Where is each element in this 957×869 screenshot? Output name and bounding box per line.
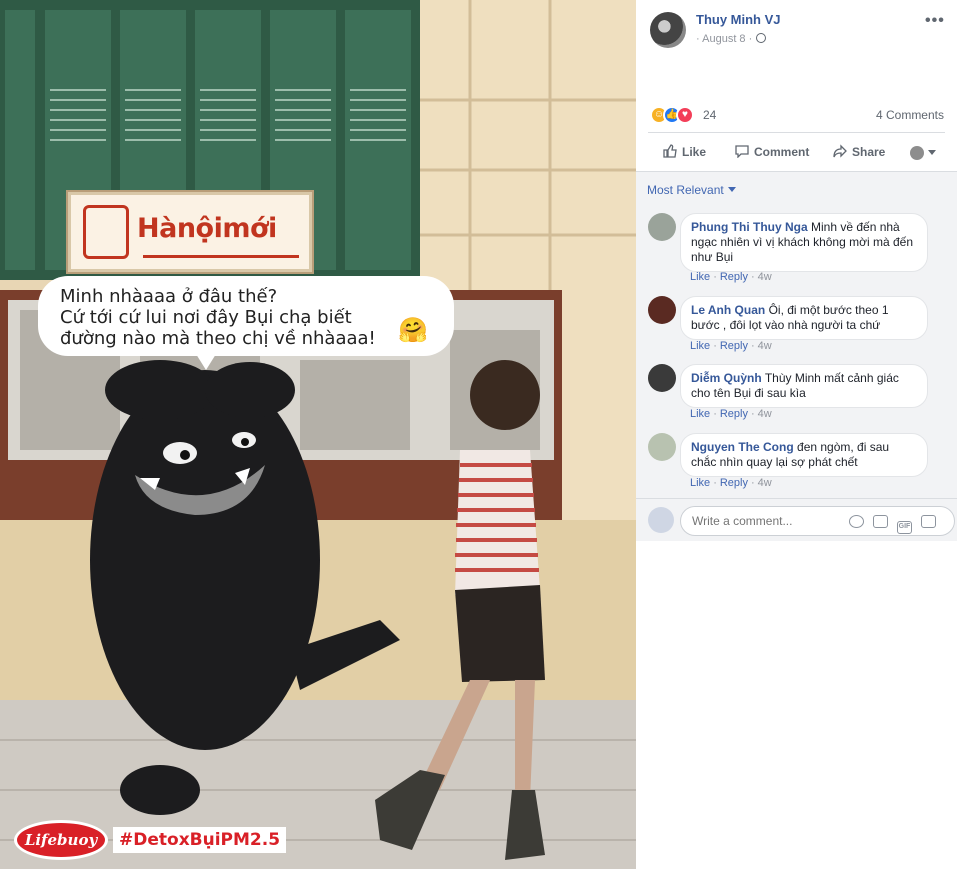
write-comment-row: GIF — [636, 498, 957, 541]
comment-input-tools: GIF — [849, 515, 945, 534]
comment-like-link[interactable]: Like — [690, 271, 710, 283]
dot-separator: · — [713, 271, 717, 283]
dot-separator: · — [713, 340, 717, 352]
dot-separator: · — [750, 271, 755, 283]
sign-underline — [143, 255, 299, 258]
love-icon: ♥ — [676, 106, 694, 124]
comment-label: Comment — [754, 145, 810, 159]
thumbs-up-icon — [663, 144, 677, 158]
comment-reply-link[interactable]: Reply — [720, 477, 748, 489]
globe-icon[interactable] — [756, 33, 767, 43]
reaction-count[interactable]: 24 — [703, 108, 716, 122]
viewer-avatar — [910, 146, 924, 160]
comment-actions: Like · Reply · 4w — [690, 271, 772, 283]
sort-label: Most Relevant — [647, 183, 724, 197]
dot-separator: · — [713, 408, 717, 420]
date-separator: · — [748, 33, 753, 45]
commenter-name[interactable]: Le Anh Quan — [691, 303, 765, 317]
hug-emoji: 🤗 — [398, 316, 428, 344]
comment-reply-link[interactable]: Reply — [720, 340, 748, 352]
speech-bubble: Minh nhàaaa ở đâu thế? Cứ tới cứ lui nơi… — [38, 276, 454, 356]
hanoimoi-sign: Hànộimới — [68, 192, 312, 272]
hanoimoi-logo — [83, 205, 129, 259]
commenter-name[interactable]: Diễm Quỳnh — [691, 371, 762, 385]
post-as-selector[interactable] — [910, 144, 936, 162]
comment-like-link[interactable]: Like — [690, 477, 710, 489]
comment-reply-link[interactable]: Reply — [720, 271, 748, 283]
post-photo[interactable]: Hànộimới Minh nhàaaa ở đâu thế? Cứ tới c… — [0, 0, 636, 869]
comment-actions: Like · Reply · 4w — [690, 340, 772, 352]
share-icon — [833, 144, 847, 158]
comment-time[interactable]: 4w — [758, 408, 772, 420]
photo-scene — [0, 0, 636, 869]
comment-bubble: Phung Thi Thuy Nga Minh về đến nhà ngạc … — [680, 213, 928, 272]
date-separator: · — [696, 33, 700, 45]
comment-like-link[interactable]: Like — [690, 340, 710, 352]
dot-separator: · — [713, 477, 717, 489]
post-sidebar: Thuy Minh VJ · August 8 · ••• ☺ 👍 ♥ 24 4… — [636, 0, 957, 869]
dot-separator: · — [750, 408, 755, 420]
comment-reply-link[interactable]: Reply — [720, 408, 748, 420]
chevron-down-icon — [928, 150, 936, 155]
comment-time[interactable]: 4w — [758, 477, 772, 489]
share-label: Share — [852, 145, 886, 159]
bubble-line-3: đường nào mà theo chị về nhàaaa! — [60, 328, 376, 349]
comment-icon — [735, 145, 749, 158]
lifebuoy-logo: Lifebuoy — [14, 820, 108, 860]
share-button[interactable]: Share — [833, 144, 885, 159]
hashtag-label: #DetoxBụiPM2.5 — [113, 827, 287, 853]
speech-bubble-tail — [196, 354, 216, 370]
like-button[interactable]: Like — [663, 144, 706, 159]
dot-separator: · — [750, 340, 755, 352]
bubble-line-2: Cứ tới cứ lui nơi đây Bụi chạ biết — [60, 307, 352, 328]
comment-bubble: Diễm Quỳnh Thùy Minh mất cảnh giác cho t… — [680, 364, 928, 408]
commenter-avatar[interactable] — [648, 433, 676, 461]
comment-actions: Like · Reply · 4w — [690, 408, 772, 420]
sticker-icon[interactable] — [921, 515, 936, 528]
commenter-name[interactable]: Nguyen The Cong — [691, 440, 794, 454]
commenter-avatar[interactable] — [648, 213, 676, 241]
commenter-avatar[interactable] — [648, 364, 676, 392]
sort-comments-dropdown[interactable]: Most Relevant — [647, 183, 736, 197]
emoji-icon[interactable] — [849, 515, 864, 528]
bubble-line-1: Minh nhàaaa ở đâu thế? — [60, 286, 278, 307]
divider — [648, 132, 945, 133]
comment-time[interactable]: 4w — [758, 271, 772, 283]
more-icon[interactable]: ••• — [925, 12, 945, 30]
post-date[interactable]: August 8 — [702, 33, 745, 45]
author-avatar[interactable] — [650, 12, 686, 48]
commenter-name[interactable]: Phung Thi Thuy Nga — [691, 220, 808, 234]
comment-time[interactable]: 4w — [758, 340, 772, 352]
dot-separator: · — [750, 477, 755, 489]
post-meta: · August 8 · — [696, 33, 767, 45]
commenter-avatar[interactable] — [648, 296, 676, 324]
like-label: Like — [682, 145, 707, 159]
comment-bubble: Le Anh Quan Ôi, đi một bước theo 1 bước … — [680, 296, 928, 340]
comments-count[interactable]: 4 Comments — [876, 108, 944, 122]
camera-icon[interactable] — [873, 515, 888, 528]
comment-button[interactable]: Comment — [735, 144, 809, 159]
comment-like-link[interactable]: Like — [690, 408, 710, 420]
author-name[interactable]: Thuy Minh VJ — [696, 12, 781, 27]
comment-actions: Like · Reply · 4w — [690, 477, 772, 489]
current-user-avatar — [648, 507, 674, 533]
sign-text: Hànộimới — [137, 213, 277, 244]
comment-bubble: Nguyen The Cong đen ngòm, đi sau chắc nh… — [680, 433, 928, 477]
chevron-down-icon — [727, 187, 736, 192]
gif-icon[interactable]: GIF — [897, 521, 912, 534]
